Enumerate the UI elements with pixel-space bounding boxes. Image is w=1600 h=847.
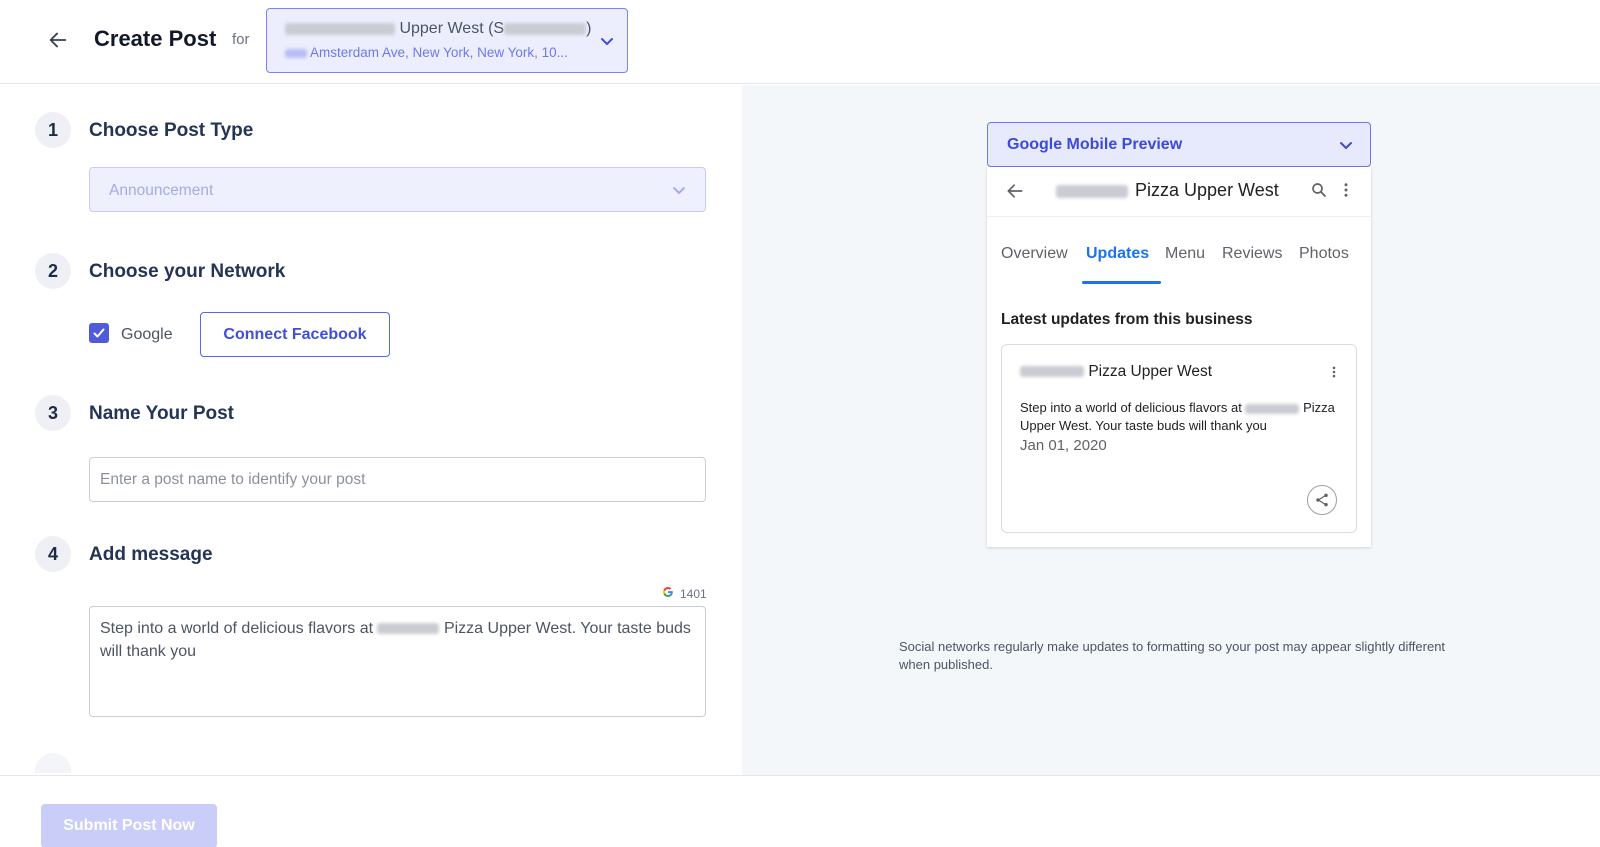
- preview-type-value: Google Mobile Preview: [1007, 136, 1183, 153]
- step-number: [35, 753, 71, 773]
- redacted-text: [504, 22, 587, 35]
- post-type-select[interactable]: Announcement: [89, 167, 706, 212]
- more-vertical-icon[interactable]: [1337, 181, 1355, 204]
- redacted-text: [285, 22, 395, 35]
- preview-panel: Google Mobile Preview Pizza Upper West O…: [742, 85, 1600, 775]
- update-card: Pizza Upper West Step into a world of de…: [1001, 344, 1357, 533]
- preview-disclaimer: Social networks regularly make updates t…: [899, 639, 1446, 672]
- tab-updates[interactable]: Updates: [1086, 245, 1149, 263]
- back-arrow-icon[interactable]: [1005, 181, 1025, 206]
- tab-photos[interactable]: Photos: [1299, 245, 1349, 263]
- step-number: 4: [35, 536, 71, 572]
- page-title: Create Post: [94, 26, 217, 51]
- character-count: 1401: [662, 586, 707, 601]
- more-vertical-icon[interactable]: [1327, 365, 1341, 384]
- chevron-down-icon: [1338, 137, 1354, 158]
- page-footer: Submit Post Now: [0, 775, 1600, 847]
- share-icon[interactable]: [1307, 485, 1337, 515]
- google-checkbox[interactable]: [89, 323, 109, 343]
- step-title: Choose Post Type: [89, 120, 254, 141]
- post-type-value: Announcement: [109, 182, 214, 199]
- chevron-down-icon: [599, 33, 615, 54]
- location-name: Upper West (S): [285, 20, 591, 38]
- card-message: Step into a world of delicious flavors a…: [1020, 400, 1335, 433]
- preview-tabs: Overview Updates Menu Reviews Photos: [987, 217, 1371, 285]
- for-label: for: [232, 31, 250, 48]
- chevron-down-icon: [671, 182, 687, 203]
- latest-updates-heading: Latest updates from this business: [1001, 311, 1253, 328]
- submit-post-button[interactable]: Submit Post Now: [41, 804, 217, 847]
- search-icon[interactable]: [1310, 181, 1328, 204]
- active-tab-indicator: [1082, 281, 1161, 284]
- post-form: 1 Choose Post Type Announcement 2 Choose…: [0, 85, 742, 775]
- location-select[interactable]: Upper West (S) Amsterdam Ave, New York, …: [266, 8, 628, 73]
- tab-overview[interactable]: Overview: [1001, 245, 1068, 263]
- step-number: 1: [35, 112, 71, 148]
- page-header: Create Post for Upper West (S) Amsterdam…: [0, 0, 1600, 84]
- redacted-text: [1245, 403, 1300, 414]
- preview-app-bar: Pizza Upper West: [987, 167, 1371, 217]
- check-icon: [93, 328, 105, 338]
- message-textarea[interactable]: Step into a world of delicious flavors a…: [89, 606, 706, 717]
- redacted-text: [285, 48, 307, 58]
- step-number: 3: [35, 395, 71, 431]
- tab-menu[interactable]: Menu: [1165, 245, 1205, 263]
- post-name-input[interactable]: [89, 457, 706, 502]
- google-label: Google: [121, 326, 173, 343]
- step-title: Add message: [89, 544, 213, 565]
- preview-business-name: Pizza Upper West: [1056, 180, 1279, 201]
- step-title: Name Your Post: [89, 403, 235, 424]
- step-title: Choose your Network: [89, 261, 286, 282]
- location-address: Amsterdam Ave, New York, New York, 10...: [285, 45, 568, 60]
- connect-facebook-button[interactable]: Connect Facebook: [200, 312, 390, 357]
- redacted-text: [1020, 366, 1084, 378]
- google-g-icon: [662, 586, 674, 601]
- preview-type-select[interactable]: Google Mobile Preview: [987, 122, 1371, 167]
- card-date: Jan 01, 2020: [1020, 437, 1107, 454]
- mobile-preview: Pizza Upper West Overview Updates Menu R…: [987, 167, 1371, 547]
- step-number: 2: [35, 253, 71, 289]
- tab-reviews[interactable]: Reviews: [1222, 245, 1282, 263]
- card-business-name: Pizza Upper West: [1020, 363, 1212, 381]
- back-arrow-icon[interactable]: [44, 26, 72, 54]
- redacted-text: [1056, 184, 1128, 198]
- redacted-text: [377, 623, 440, 635]
